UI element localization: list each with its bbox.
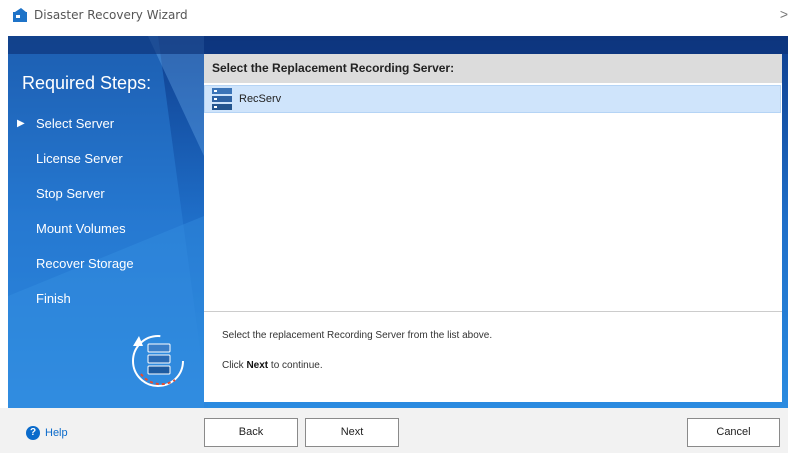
back-button[interactable]: Back xyxy=(204,418,298,447)
close-icon[interactable]: > xyxy=(780,6,788,22)
current-step-marker-icon: ▶ xyxy=(17,118,25,129)
cancel-button[interactable]: Cancel xyxy=(687,418,780,447)
server-name: RecServ xyxy=(239,93,282,105)
step-stop-server: Stop Server xyxy=(36,186,105,201)
step-mount-volumes: Mount Volumes xyxy=(36,221,126,236)
instruction-text: Select the replacement Recording Server … xyxy=(222,330,493,341)
server-icon xyxy=(212,88,232,115)
step-recover-storage: Recover Storage xyxy=(36,256,134,271)
footer-bar: ? Help Back Next Cancel xyxy=(0,408,788,453)
list-item[interactable]: RecServ xyxy=(204,85,781,113)
continue-hint: Click Next to continue. xyxy=(222,360,323,371)
continue-prefix: Click xyxy=(222,360,244,371)
panel-divider xyxy=(204,311,782,312)
next-button[interactable]: Next xyxy=(305,418,399,447)
wizard-body: Required Steps: ▶ Select Server License … xyxy=(8,36,788,408)
help-icon: ? xyxy=(26,426,40,440)
step-license-server: License Server xyxy=(36,151,123,166)
recovery-server-icon xyxy=(123,326,193,401)
step-finish: Finish xyxy=(36,291,71,306)
continue-suffix: to continue. xyxy=(270,360,323,371)
required-steps-heading: Required Steps: xyxy=(22,73,152,93)
help-link[interactable]: ? Help xyxy=(26,426,68,440)
continue-next-word: Next xyxy=(246,360,269,371)
wizard-app-icon xyxy=(13,8,29,27)
panel-header-label: Select the Replacement Recording Server: xyxy=(212,61,455,75)
title-bar: Disaster Recovery Wizard > xyxy=(0,0,788,30)
server-list[interactable]: RecServ xyxy=(204,83,782,311)
step-select-server: Select Server xyxy=(36,116,115,131)
window-title: Disaster Recovery Wizard xyxy=(34,8,188,22)
help-label: Help xyxy=(45,426,68,439)
content-panel: Select the Replacement Recording Server:… xyxy=(204,54,782,402)
panel-header: Select the Replacement Recording Server: xyxy=(204,54,782,83)
